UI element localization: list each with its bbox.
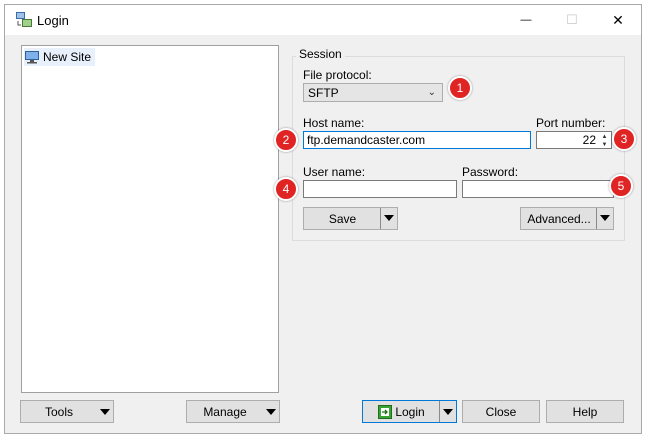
manage-button[interactable]: Manage [186,400,280,423]
dropdown-arrow-icon[interactable] [384,215,394,221]
user-name-label: User name: [303,165,366,179]
site-tree[interactable]: New Site [21,45,279,393]
port-number-value: 22 [582,133,596,147]
login-button-label: Login [395,404,425,419]
callout-badge: 4 [274,177,298,201]
save-split-divider [380,208,381,229]
login-split-divider [439,401,440,422]
advanced-split-divider [596,208,597,229]
help-button-label: Help [572,404,598,419]
login-dialog: Login — ☐ ✕ New Site Session File protoc… [4,4,642,434]
minimize-icon: — [520,14,532,26]
port-number-label: Port number: [536,116,606,130]
close-button[interactable]: Close [462,400,540,423]
host-name-value: ftp.demandcaster.com [307,133,426,147]
close-icon: ✕ [612,11,624,28]
maximize-button[interactable]: ☐ [549,5,595,35]
dropdown-arrow-icon[interactable] [600,215,610,221]
tools-button-label: Tools [44,404,73,419]
login-icon [378,404,393,419]
callout-badge: 3 [612,127,636,151]
dropdown-arrow-icon [100,409,110,415]
password-input[interactable] [462,180,614,198]
password-label: Password: [462,165,519,179]
close-window-button[interactable]: ✕ [595,5,641,35]
session-group-title: Session [296,47,345,61]
maximize-icon: ☐ [566,12,578,27]
callout-badge: 5 [609,174,633,198]
callout-badge: 1 [448,76,472,100]
advanced-button[interactable]: Advanced... [520,207,614,230]
file-protocol-select[interactable]: SFTP ⌄ [303,83,443,102]
tools-button[interactable]: Tools [20,400,114,423]
window-title: Login [37,13,69,28]
save-button[interactable]: Save [303,207,398,230]
manage-button-label: Manage [203,404,247,419]
file-protocol-value: SFTP [308,85,339,100]
host-name-label: Host name: [303,116,365,130]
port-number-input[interactable]: 22 ▲ ▼ [536,131,612,149]
chevron-down-icon: ⌄ [427,87,436,98]
user-name-input[interactable] [303,180,457,198]
file-protocol-label: File protocol: [303,68,372,82]
port-spinner[interactable]: ▲ ▼ [599,133,610,149]
spin-down-icon[interactable]: ▼ [599,141,610,149]
login-button[interactable]: Login [362,400,457,423]
tree-item-label: New Site [43,50,92,64]
save-button-label: Save [328,211,357,226]
spin-up-icon[interactable]: ▲ [599,133,610,141]
help-button[interactable]: Help [546,400,624,423]
advanced-button-label: Advanced... [527,211,591,226]
host-name-input[interactable]: ftp.demandcaster.com [303,131,531,149]
dropdown-arrow-icon [266,409,276,415]
winscp-app-icon [16,12,32,27]
close-button-label: Close [485,404,517,419]
computer-icon [25,51,39,64]
title-bar[interactable]: Login — ☐ ✕ [5,5,641,35]
minimize-button[interactable]: — [503,5,549,35]
dropdown-arrow-icon[interactable] [443,409,453,415]
tree-item-new-site[interactable]: New Site [24,48,96,66]
callout-badge: 2 [274,128,298,152]
